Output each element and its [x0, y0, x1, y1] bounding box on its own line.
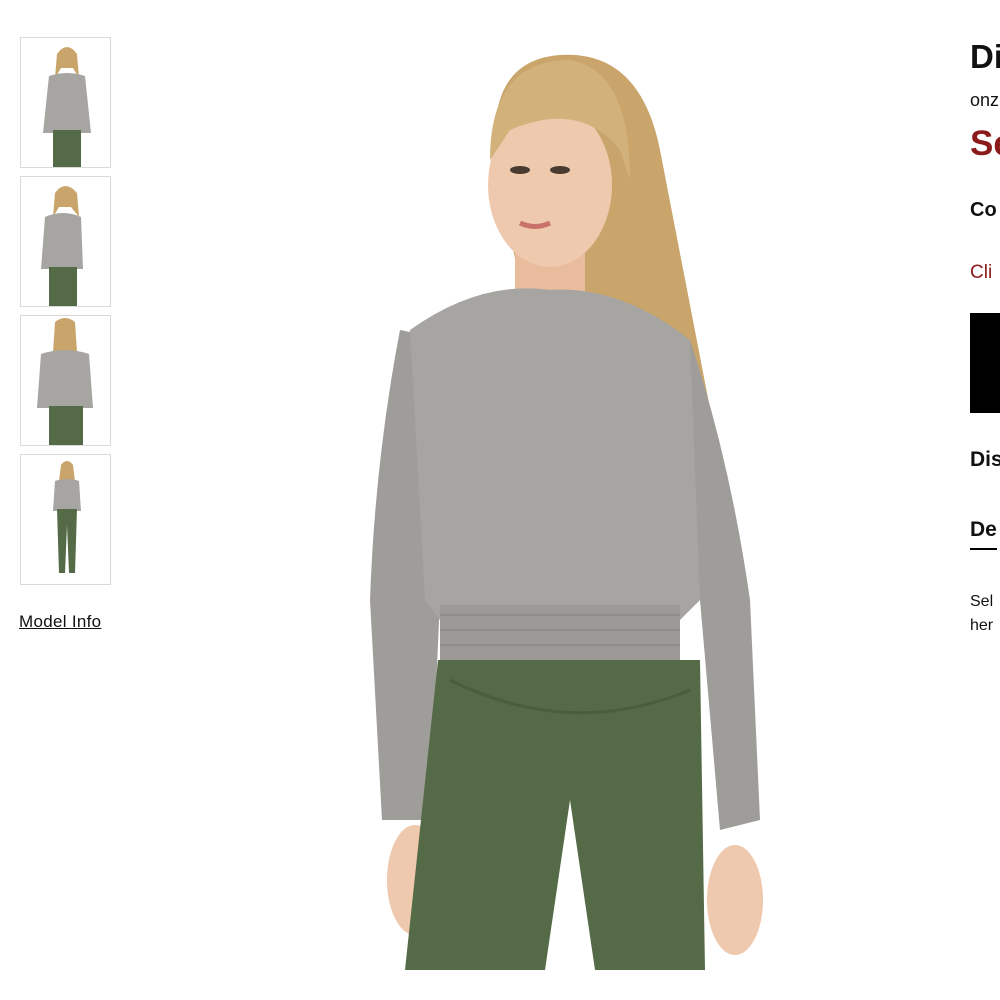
designer-name[interactable]: onz — [970, 90, 999, 111]
tab-details[interactable]: De — [970, 518, 997, 550]
product-description: Sel her — [970, 590, 1000, 638]
thumbnail-full-length[interactable] — [20, 454, 111, 585]
thumbnail-gallery — [20, 37, 112, 593]
size-guide-link[interactable]: Cli — [970, 262, 992, 284]
description-line: her — [970, 617, 994, 634]
thumbnail-side[interactable] — [20, 176, 111, 307]
thumbnail-front-image — [43, 47, 91, 167]
product-page: Model Info Di onz S Co Cli Dis De Sel he… — [0, 0, 1000, 1000]
description-line: Sel — [970, 593, 994, 610]
model-illustration — [370, 54, 763, 970]
main-product-image — [330, 40, 810, 970]
thumbnail-full-length-image — [53, 461, 81, 573]
disclaimer-heading: Dis — [970, 448, 1000, 471]
add-to-bag-button[interactable] — [970, 313, 1000, 413]
color-label: Co — [970, 199, 997, 221]
model-info-link[interactable]: Model Info — [19, 612, 101, 632]
thumbnail-back[interactable] — [20, 315, 111, 446]
product-price: Se — [970, 124, 1000, 163]
thumbnail-side-image — [41, 186, 83, 306]
product-title: Di — [970, 38, 1000, 75]
thumbnail-front[interactable] — [20, 37, 111, 168]
thumbnail-back-image — [37, 318, 93, 445]
